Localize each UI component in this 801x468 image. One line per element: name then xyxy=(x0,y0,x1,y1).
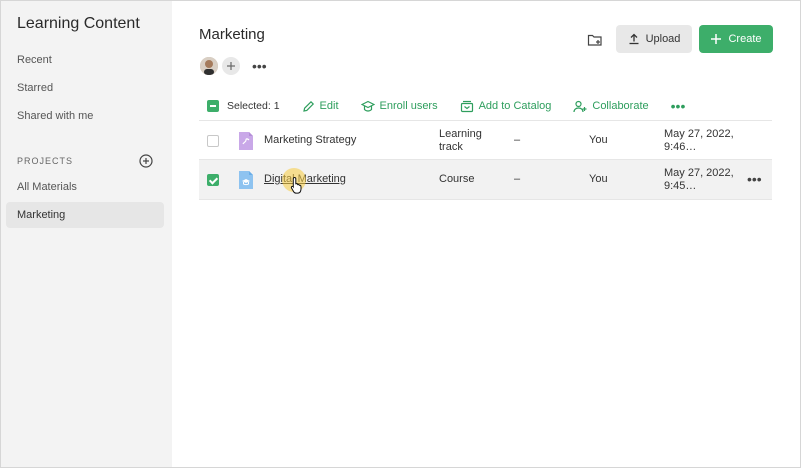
nav-item-shared-with-me[interactable]: Shared with me xyxy=(6,103,164,129)
collaborate-button[interactable]: Collaborate xyxy=(573,100,649,113)
row-type: Learning track xyxy=(439,128,482,153)
row-more-button[interactable]: ••• xyxy=(747,171,762,187)
plus-icon xyxy=(711,34,722,44)
app-title: Learning Content xyxy=(17,15,140,32)
row-checkbox[interactable] xyxy=(207,174,219,186)
avatar[interactable] xyxy=(200,57,218,75)
add-member-button[interactable] xyxy=(222,57,240,75)
course-icon xyxy=(239,171,253,189)
project-all-materials[interactable]: All Materials xyxy=(6,174,164,200)
table-row[interactable]: Marketing Strategy Learning track – You … xyxy=(199,120,772,160)
edit-button[interactable]: Edit xyxy=(302,100,339,113)
project-marketing[interactable]: Marketing xyxy=(6,202,164,228)
main-panel: Marketing ••• Upload Create Selected: 1 … xyxy=(172,1,800,467)
row-type: Course xyxy=(439,173,475,185)
hand-cursor-icon xyxy=(290,176,302,194)
projects-section-label: PROJECTS xyxy=(17,156,74,166)
upload-icon xyxy=(629,33,639,45)
row-checkbox[interactable] xyxy=(207,135,219,147)
row-modified: May 27, 2022, 9:46… xyxy=(664,128,734,153)
members-more-button[interactable]: ••• xyxy=(252,58,267,74)
catalog-icon xyxy=(460,100,473,112)
create-label: Create xyxy=(728,33,762,45)
create-button[interactable]: Create xyxy=(699,25,773,53)
upload-label: Upload xyxy=(645,33,681,45)
graduation-cap-icon xyxy=(360,100,375,112)
sidebar: Learning Content Recent Starred Shared w… xyxy=(1,1,172,467)
selected-count: Selected: 1 xyxy=(227,100,280,112)
selection-toolbar: Selected: 1 Edit Enroll users Add to Cat… xyxy=(199,94,772,118)
upload-button[interactable]: Upload xyxy=(616,25,692,53)
pencil-icon xyxy=(302,100,314,112)
row-extra: – xyxy=(514,173,521,185)
add-user-icon xyxy=(573,100,587,112)
row-modified: May 27, 2022, 9:45… xyxy=(664,167,734,192)
add-project-icon[interactable] xyxy=(139,154,153,168)
deselect-all-checkbox[interactable] xyxy=(207,100,219,112)
plus-icon xyxy=(227,62,235,70)
learning-track-icon xyxy=(239,132,253,150)
row-owner: You xyxy=(589,134,608,146)
page-title: Marketing xyxy=(199,26,265,43)
avatar-image xyxy=(200,57,218,75)
nav-item-recent[interactable]: Recent xyxy=(6,47,164,73)
enroll-users-button[interactable]: Enroll users xyxy=(360,100,438,113)
collaborate-label: Collaborate xyxy=(592,100,649,112)
nav-item-starred[interactable]: Starred xyxy=(6,75,164,101)
row-owner: You xyxy=(589,173,608,185)
row-extra: – xyxy=(514,134,521,146)
add-to-catalog-label: Add to Catalog xyxy=(478,100,552,112)
enroll-users-label: Enroll users xyxy=(379,100,438,112)
edit-label: Edit xyxy=(319,100,339,112)
add-to-catalog-button[interactable]: Add to Catalog xyxy=(460,100,552,113)
new-folder-icon[interactable] xyxy=(587,32,603,48)
row-name[interactable]: Marketing Strategy xyxy=(264,134,356,146)
toolbar-more-button[interactable]: ••• xyxy=(671,98,686,114)
